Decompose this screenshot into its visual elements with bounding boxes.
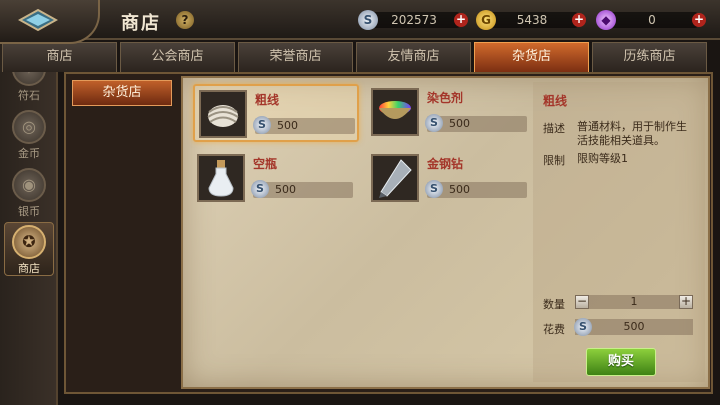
thread-spool-icon bbox=[199, 90, 247, 138]
item-price: S 500 bbox=[425, 114, 527, 132]
tab-guild-shop[interactable]: 公会商店 bbox=[120, 42, 235, 72]
diamond-drill-icon bbox=[371, 154, 419, 202]
shop-tabs: 商店 公会商店 荣誉商店 友情商店 杂货店 历练商店 bbox=[2, 40, 720, 72]
help-button[interactable]: ? bbox=[176, 11, 194, 29]
sidebar-item-gold[interactable]: ◎ 金币 bbox=[4, 108, 54, 162]
item-price: S 500 bbox=[253, 116, 355, 134]
sidebar-item-label: 银币 bbox=[18, 205, 40, 218]
limit-value: 限购等级1 bbox=[577, 152, 628, 165]
quantity-label: 数量 bbox=[543, 298, 565, 311]
back-arrow-icon bbox=[18, 8, 58, 32]
item-detail-panel: 粗线 描述 普通材料，用于制作生活技能相关道具。 限制 限购等级1 bbox=[533, 82, 705, 382]
detail-description: 描述 普通材料，用于制作生活技能相关道具。 bbox=[543, 120, 703, 152]
gold-amount: 5438 bbox=[486, 12, 578, 28]
silver-coin-icon: S bbox=[253, 116, 271, 134]
item-name: 空瓶 bbox=[253, 157, 278, 171]
gold-coin-icon: G bbox=[476, 10, 496, 30]
add-silver-button[interactable]: + bbox=[454, 13, 468, 27]
tab-friendship-shop[interactable]: 友情商店 bbox=[356, 42, 471, 72]
price-value: 500 bbox=[275, 183, 296, 196]
decrease-quantity-button[interactable]: − bbox=[575, 295, 589, 309]
sidebar-item-label: 符石 bbox=[18, 89, 40, 102]
cost-display: 500 S bbox=[574, 318, 693, 336]
item-price: S 500 bbox=[251, 180, 353, 198]
subnav-grocery-button[interactable]: 杂货店 bbox=[72, 80, 172, 106]
silver-coin-icon: S bbox=[358, 10, 378, 30]
left-sidebar: ✦ 符石 ◎ 金币 ◉ 银币 ✪ 商店 bbox=[0, 40, 58, 405]
item-name: 粗线 bbox=[255, 93, 280, 107]
silver-coin-icon: S bbox=[251, 180, 269, 198]
item-card-empty-bottle[interactable]: 空瓶 S 500 bbox=[193, 150, 359, 208]
gold-icon: ◎ bbox=[12, 110, 46, 144]
gem-amount: 0 bbox=[606, 12, 698, 28]
buy-button[interactable]: 购买 bbox=[586, 348, 656, 376]
item-card-dye[interactable]: 染色剂 S 500 bbox=[367, 84, 533, 142]
empty-bottle-icon bbox=[197, 154, 245, 202]
top-bar: 商店 ? S 202573 + G 5438 + ◆ 0 + bbox=[0, 0, 720, 40]
add-gold-button[interactable]: + bbox=[572, 13, 586, 27]
price-value: 500 bbox=[449, 117, 470, 130]
tab-training-shop[interactable]: 历练商店 bbox=[592, 42, 707, 72]
silver-icon: ◉ bbox=[12, 168, 46, 202]
sidebar-item-silver[interactable]: ◉ 银币 bbox=[4, 166, 54, 220]
item-name: 染色剂 bbox=[427, 91, 464, 105]
cost-label: 花费 bbox=[543, 323, 565, 336]
increase-quantity-button[interactable]: + bbox=[679, 295, 693, 309]
silver-coin-icon: S bbox=[425, 114, 443, 132]
tab-shop[interactable]: 商店 bbox=[2, 42, 117, 72]
sidebar-item-shop[interactable]: ✪ 商店 bbox=[4, 222, 54, 276]
description-label: 描述 bbox=[543, 122, 565, 135]
detail-item-name: 粗线 bbox=[543, 94, 568, 108]
item-card-diamond-drill[interactable]: 金钢钻 S 500 bbox=[367, 150, 533, 208]
quantity-value: 1 bbox=[630, 295, 638, 308]
shop-icon: ✪ bbox=[12, 225, 46, 259]
dye-bowl-icon bbox=[371, 88, 419, 136]
cost-value: 500 bbox=[623, 320, 645, 333]
silver-amount: 202573 bbox=[368, 12, 460, 28]
price-value: 500 bbox=[277, 119, 298, 132]
sidebar-item-label: 商店 bbox=[18, 262, 40, 275]
item-name: 金钢钻 bbox=[427, 157, 464, 171]
item-price: S 500 bbox=[425, 180, 527, 198]
limit-label: 限制 bbox=[543, 154, 565, 167]
sidebar-item-label: 金币 bbox=[18, 147, 40, 160]
detail-limit: 限制 限购等级1 bbox=[543, 152, 703, 167]
add-gem-button[interactable]: + bbox=[692, 13, 706, 27]
price-value: 500 bbox=[449, 183, 470, 196]
purple-gem-icon: ◆ bbox=[596, 10, 616, 30]
back-button[interactable] bbox=[0, 0, 100, 44]
item-card-coarse-thread[interactable]: 粗线 S 500 bbox=[193, 84, 359, 142]
silver-coin-icon: S bbox=[425, 180, 443, 198]
silver-coin-icon: S bbox=[574, 318, 592, 336]
tab-grocery-store[interactable]: 杂货店 bbox=[474, 42, 589, 72]
description-value: 普通材料，用于制作生活技能相关道具。 bbox=[577, 120, 687, 147]
page-title: 商店 bbox=[121, 13, 161, 34]
tab-honor-shop[interactable]: 荣誉商店 bbox=[238, 42, 353, 72]
quantity-stepper: 1 − + bbox=[575, 295, 693, 309]
